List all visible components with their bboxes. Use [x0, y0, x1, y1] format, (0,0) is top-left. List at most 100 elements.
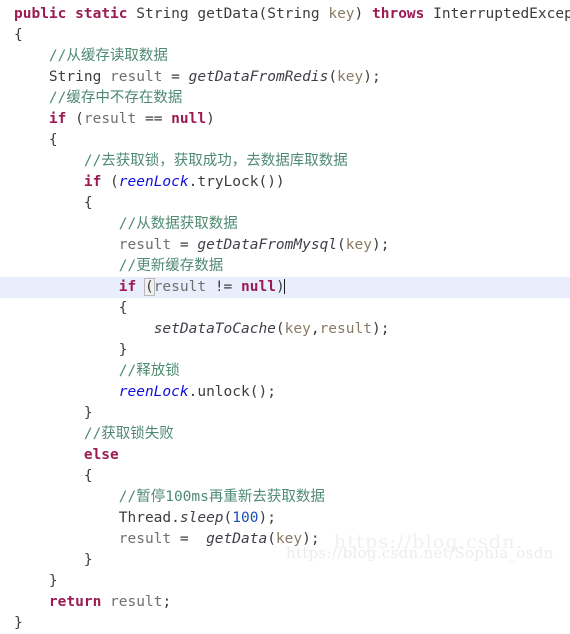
- code-keyword: null: [171, 111, 207, 127]
- code-token: Thread: [118, 510, 172, 526]
- code-line[interactable]: {: [0, 130, 570, 151]
- code-line[interactable]: }: [0, 340, 570, 361]
- code-line[interactable]: //从数据获取数据: [0, 214, 570, 235]
- code-line[interactable]: //更新缓存数据: [0, 256, 570, 277]
- code-line[interactable]: {: [0, 466, 570, 487]
- code-token: }: [48, 573, 58, 589]
- code-token: result: [118, 531, 172, 547]
- code-line[interactable]: result = getDataFromMysql(key);: [0, 235, 570, 256]
- code-token: String: [136, 6, 189, 22]
- code-line[interactable]: String result = getDataFromRedis(key);: [0, 67, 570, 88]
- code-token: result: [110, 594, 163, 610]
- code-line[interactable]: return result;: [0, 592, 570, 613]
- code-token: =: [171, 237, 198, 253]
- code-token: =: [162, 69, 189, 85]
- code-token: key: [345, 237, 372, 253]
- code-token: );: [258, 510, 276, 526]
- code-comment: //从缓存读取数据: [48, 48, 168, 64]
- code-field: reenLock: [118, 384, 189, 400]
- code-line[interactable]: else: [0, 445, 570, 466]
- code-token: {: [48, 132, 58, 148]
- code-lines-container[interactable]: public static String getData(String key)…: [0, 4, 570, 634]
- code-line[interactable]: result = getData(key);: [0, 529, 570, 550]
- code-token: (: [267, 531, 276, 547]
- code-comment: //从数据获取数据: [118, 216, 238, 232]
- code-keyword: return: [48, 594, 102, 610]
- code-token: ()): [258, 174, 285, 190]
- code-token: (: [328, 69, 338, 85]
- code-token: }: [83, 405, 93, 421]
- code-token: result: [110, 69, 163, 85]
- code-token: }: [118, 342, 128, 358]
- code-line[interactable]: //暂停100ms再重新去获取数据: [0, 487, 570, 508]
- code-token: ();: [249, 384, 276, 400]
- code-token: InterruptedException: [433, 6, 570, 22]
- code-keyword: if: [83, 174, 102, 190]
- code-line[interactable]: //释放锁: [0, 361, 570, 382]
- code-token: result: [83, 111, 137, 127]
- code-method: getData: [206, 531, 268, 547]
- code-line[interactable]: //缓存中不存在数据: [0, 88, 570, 109]
- code-token: getData: [197, 6, 259, 22]
- code-line[interactable]: {: [0, 193, 570, 214]
- code-line[interactable]: //从缓存读取数据: [0, 46, 570, 67]
- code-method: getDataFromRedis: [188, 69, 329, 85]
- code-comment: //缓存中不存在数据: [48, 90, 183, 106]
- code-token: (: [101, 174, 119, 190]
- code-keyword: else: [83, 447, 119, 463]
- code-token: );: [371, 321, 390, 337]
- code-line[interactable]: if (result == null): [0, 109, 570, 130]
- code-token: {: [14, 27, 23, 43]
- code-token: =: [171, 531, 207, 547]
- code-token: ==: [136, 111, 172, 127]
- code-line[interactable]: //去获取锁，获取成功，去数据库取数据: [0, 151, 570, 172]
- code-token: (: [258, 6, 268, 22]
- code-line[interactable]: reenLock.unlock();: [0, 382, 570, 403]
- code-method: getDataFromMysql: [197, 237, 338, 253]
- code-token: 100: [232, 510, 259, 526]
- code-editor-canvas[interactable]: public static String getData(String key)…: [0, 0, 570, 631]
- code-token: tryLock: [197, 174, 259, 190]
- code-line[interactable]: {: [0, 25, 570, 46]
- code-token: ;: [162, 594, 172, 610]
- code-token: result: [118, 237, 172, 253]
- code-line[interactable]: setDataToCache(key,result);: [0, 319, 570, 340]
- code-token: !=: [206, 279, 242, 295]
- code-keyword: if: [48, 111, 67, 127]
- code-line[interactable]: }: [0, 403, 570, 424]
- code-keyword: throws: [372, 6, 425, 22]
- code-line[interactable]: Thread.sleep(100);: [0, 508, 570, 529]
- code-token: key: [337, 69, 364, 85]
- code-line[interactable]: if (result != null): [0, 277, 570, 298]
- code-line[interactable]: if (reenLock.tryLock()): [0, 172, 570, 193]
- code-token: unlock: [197, 384, 250, 400]
- code-line[interactable]: //获取锁失败: [0, 424, 570, 445]
- code-token: (: [223, 510, 233, 526]
- code-line[interactable]: }: [0, 613, 570, 634]
- code-token: ): [354, 6, 373, 22]
- code-line[interactable]: public static String getData(String key)…: [0, 4, 570, 25]
- code-line[interactable]: {: [0, 298, 570, 319]
- code-line[interactable]: }: [0, 550, 570, 571]
